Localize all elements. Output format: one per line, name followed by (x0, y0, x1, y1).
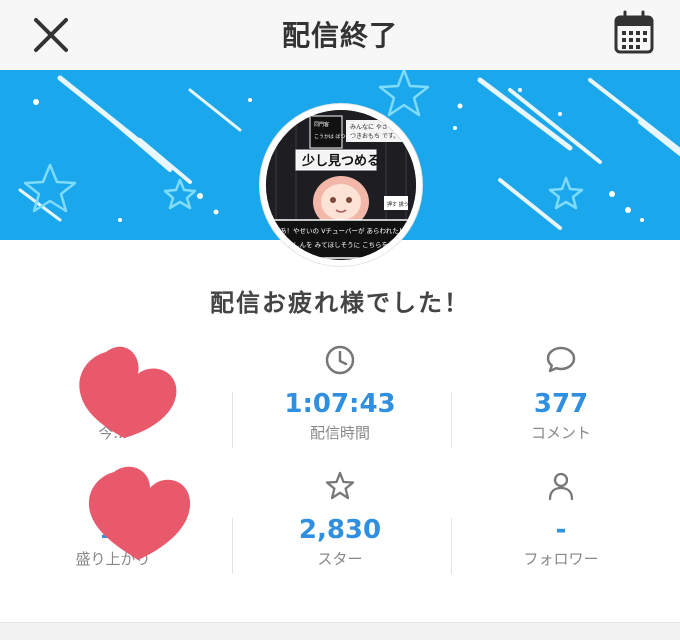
avatar-title-text: 少し見つめる (301, 153, 380, 169)
page-title: 配信終了 (281, 19, 398, 52)
stat-value: 2,830 (298, 515, 382, 545)
avatar-dialog-1: あ！やせいの Vチューバーが あらわれた！ (280, 226, 405, 235)
avatar-box-2: こうかは ばつぐん！ (314, 133, 360, 140)
avatar-image: みんなに やさ つきおもち です。 同門客 こうかは ばつぐん！ 少し見つめる … (266, 110, 416, 260)
bottom-bar (0, 622, 680, 640)
avatar-text-1: みんなに やさ (350, 123, 388, 131)
calendar-icon[interactable] (614, 10, 654, 54)
star-icon (324, 470, 356, 502)
stat-duration: 1:07:43 配信時間 (227, 344, 453, 443)
stat-stars: 2,830 スター (227, 470, 453, 569)
stat-comments: 377 コメント (448, 344, 674, 443)
stream-ended-screen: 配信終了 みんなに やさ つきおもち です。 同門客 こうかは ばつぐん！ 少し… (0, 0, 680, 640)
clock-icon (324, 344, 356, 376)
avatar-box-1: 同門客 (314, 121, 329, 128)
header-bar: 配信終了 (0, 0, 680, 70)
stat-value: 377 (533, 389, 589, 419)
thanks-message: 配信お疲れ様でした！ (210, 289, 470, 317)
speech-bubble-icon (545, 344, 577, 376)
redaction-heart (76, 344, 186, 444)
avatar-dialog-2: おいしんを みてほしそうに こちらを みている！ (280, 241, 416, 249)
stat-label: 配信時間 (309, 424, 370, 442)
avatar[interactable]: みんなに やさ つきおもち です。 同門客 こうかは ばつぐん！ 少し見つめる … (260, 104, 422, 266)
stat-followers: - フォロワー (448, 470, 674, 569)
redaction-heart (86, 462, 196, 566)
stat-label: コメント (530, 424, 591, 442)
stat-label: スター (317, 550, 363, 568)
stat-label: フォロワー (523, 550, 599, 568)
user-icon (545, 470, 577, 502)
stat-value: - (555, 515, 567, 545)
avatar-button: 押す 誘う (387, 201, 409, 208)
stat-value: 1:07:43 (284, 389, 396, 419)
